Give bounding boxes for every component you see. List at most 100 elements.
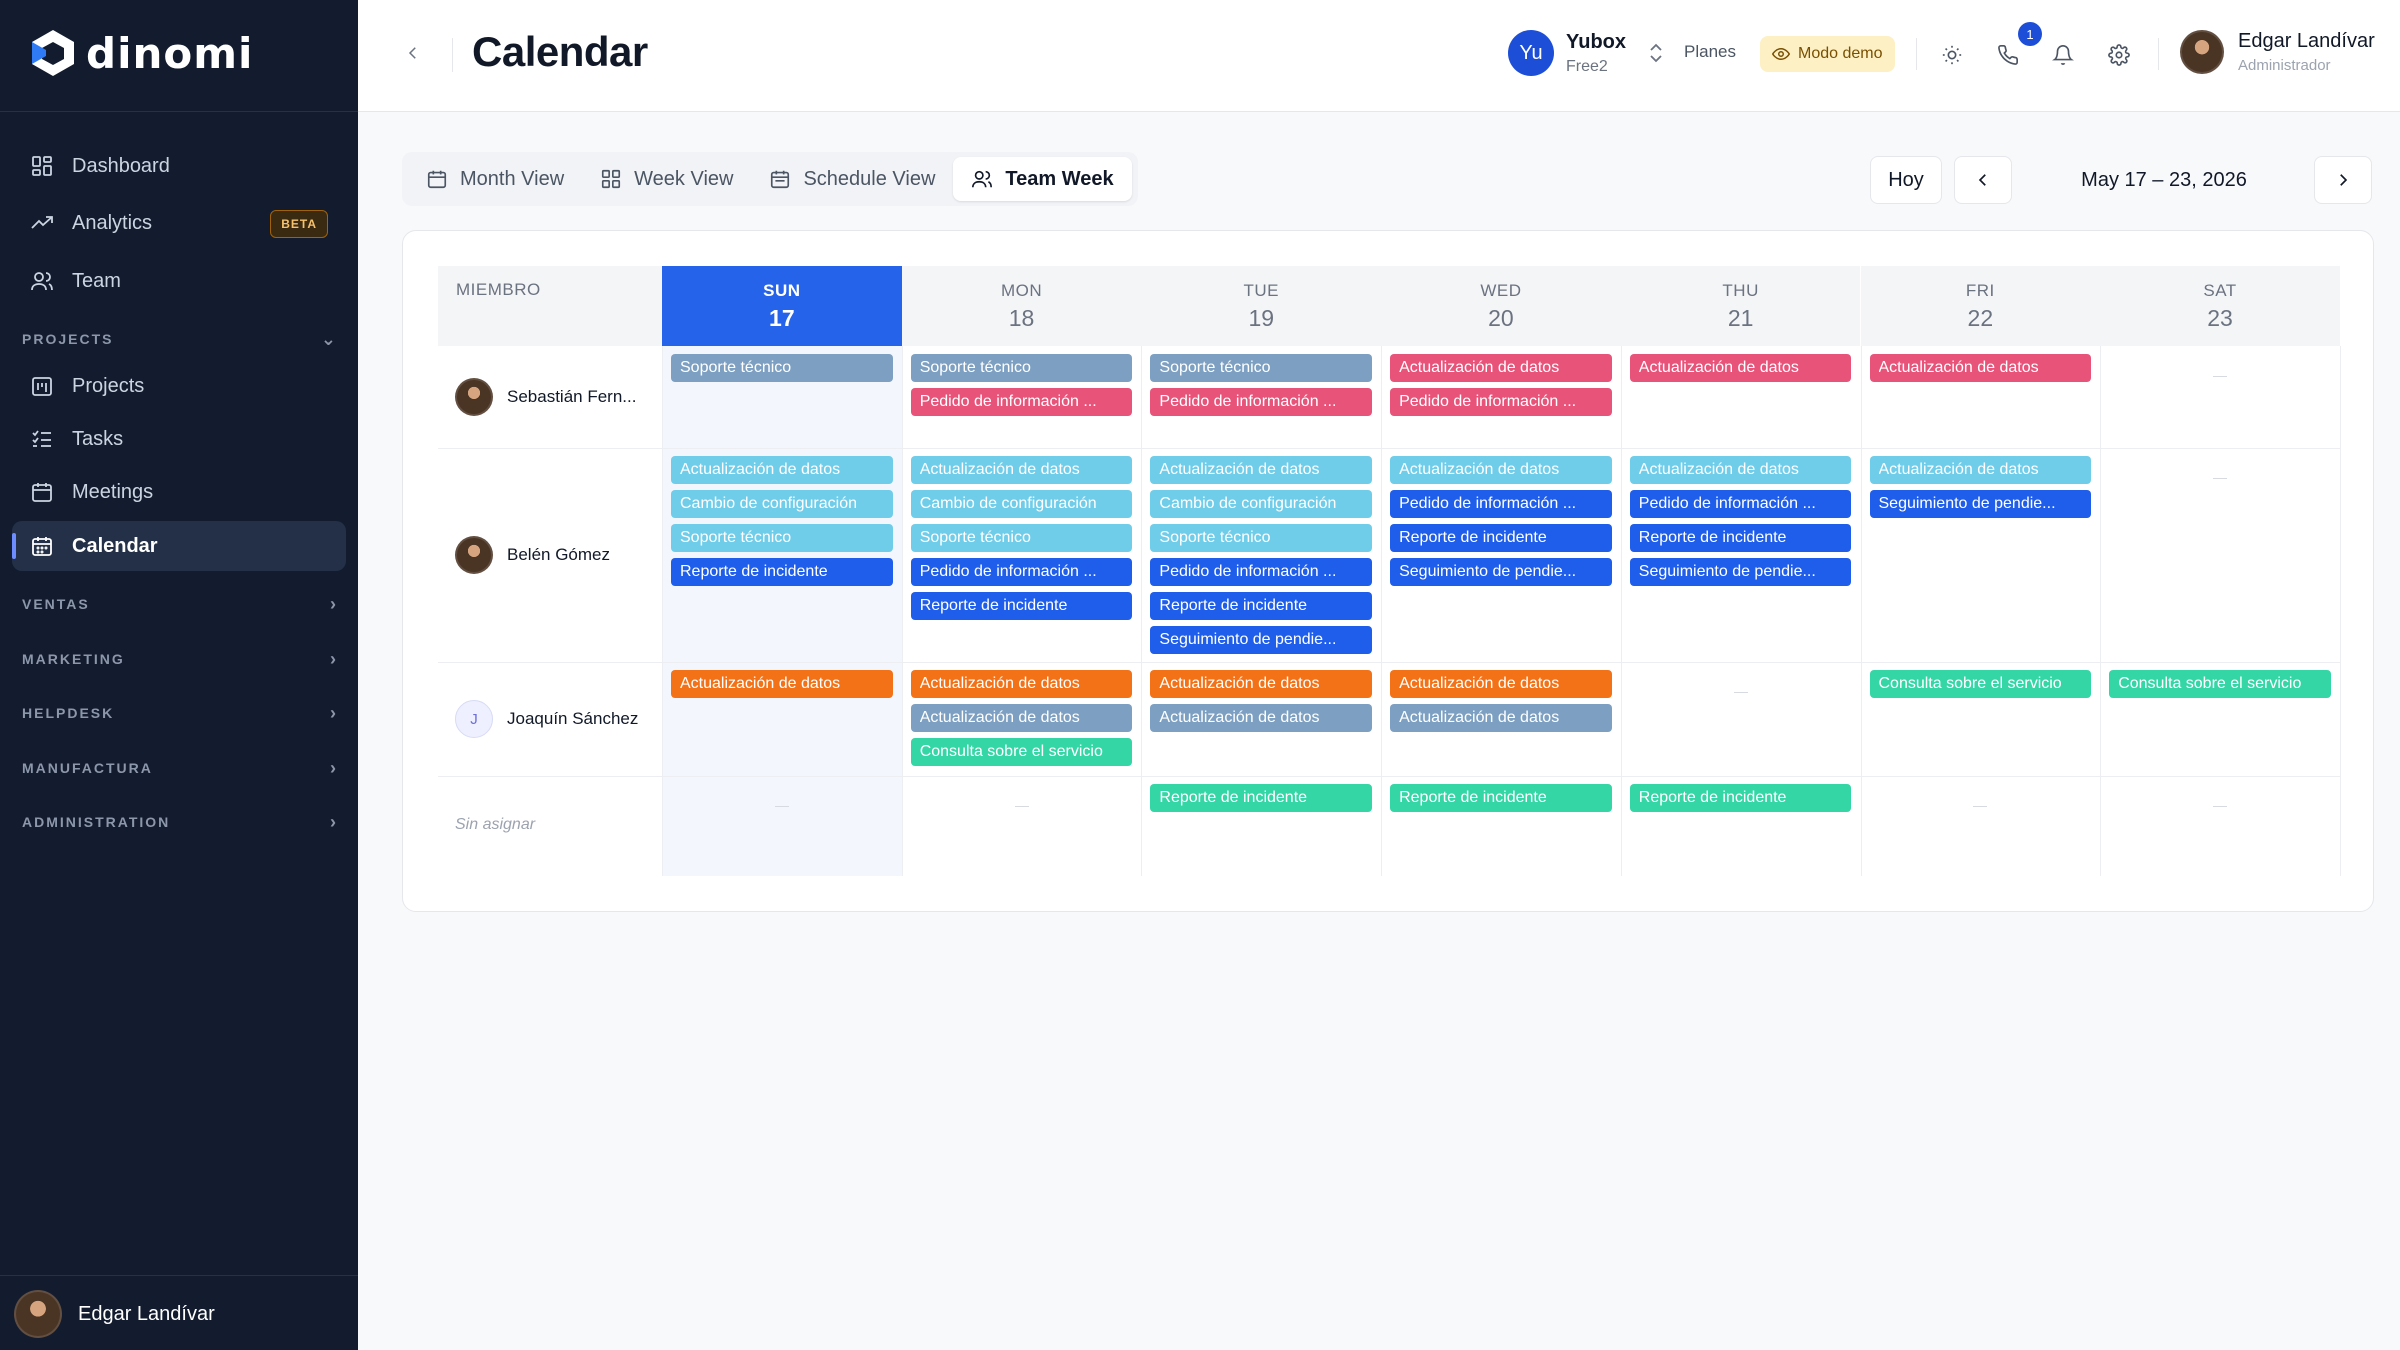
grid-column-line (901, 346, 903, 876)
event-chip[interactable]: Pedido de información ... (910, 558, 1133, 586)
event-chip[interactable]: Soporte técnico (910, 354, 1133, 382)
event-chip[interactable]: Actualización de datos (1390, 456, 1612, 484)
event-title: Seguimiento de pendie... (1878, 495, 2056, 512)
event-chip[interactable]: Soporte técnico (910, 524, 1133, 552)
event-chip[interactable]: Reporte de incidente (1150, 592, 1373, 620)
back-button[interactable] (398, 38, 428, 68)
event-chip[interactable]: Cambio de configuración (671, 490, 893, 518)
event-chip[interactable]: Cambio de configuración (910, 490, 1133, 518)
event-chip[interactable]: Actualización de datos (1150, 456, 1373, 484)
chevron-left-icon (408, 47, 416, 59)
sidebar-item-analytics[interactable]: Analytics BETA (12, 198, 346, 248)
day-header-fri[interactable]: FRI 22 (1860, 266, 2101, 346)
event-chip[interactable]: Actualización de datos (1869, 354, 2092, 382)
event-chip[interactable]: Actualización de datos (671, 456, 893, 484)
event-chip[interactable]: Pedido de información ... (1390, 388, 1612, 416)
event-chip[interactable]: Actualización de datos (910, 456, 1133, 484)
sidebar-item-projects[interactable]: Projects (12, 361, 346, 411)
sidebar-item-meetings[interactable]: Meetings (12, 467, 346, 517)
sidebar-user[interactable]: Edgar Landívar (14, 1290, 215, 1338)
sidebar-divider (0, 111, 358, 112)
event-chip[interactable]: Reporte de incidente (1629, 524, 1852, 552)
event-chip[interactable]: Actualización de datos (1869, 456, 2092, 484)
demo-mode-badge[interactable]: Modo demo (1760, 36, 1895, 72)
event-chip[interactable]: Seguimiento de pendie... (1869, 490, 2092, 518)
event-chip[interactable]: Pedido de información ... (1390, 490, 1612, 518)
section-helpdesk[interactable]: HELPDESK › (22, 698, 336, 728)
event-chip[interactable]: Pedido de información ... (910, 388, 1133, 416)
member-name: Sin asignar (455, 816, 536, 833)
day-header-mon[interactable]: MON 18 (901, 266, 1142, 346)
prev-week-button[interactable] (1954, 156, 2012, 204)
day-header-sun[interactable]: SUN 17 (662, 266, 902, 346)
notification-count-badge: 1 (2018, 22, 2042, 46)
event-chip[interactable]: Seguimiento de pendie... (1390, 558, 1612, 586)
event-chip[interactable]: Reporte de incidente (1150, 784, 1373, 812)
event-chip[interactable]: Actualización de datos (1629, 456, 1852, 484)
day-header-tue[interactable]: TUE 19 (1141, 266, 1382, 346)
event-chip[interactable]: Soporte técnico (671, 354, 893, 382)
tab-month-view[interactable]: Month View (408, 157, 582, 201)
section-administration[interactable]: ADMINISTRATION › (22, 807, 336, 837)
event-chip[interactable]: Actualización de datos (1390, 704, 1612, 732)
section-ventas[interactable]: VENTAS › (22, 589, 336, 619)
event-chip[interactable]: Actualización de datos (1390, 354, 1612, 382)
sidebar-item-team[interactable]: Team (12, 256, 346, 306)
tab-schedule-view[interactable]: Schedule View (751, 157, 953, 201)
event-chip[interactable]: Pedido de información ... (1150, 558, 1373, 586)
event-chip[interactable]: Reporte de incidente (1629, 784, 1852, 812)
event-chip[interactable]: Consulta sobre el servicio (2109, 670, 2331, 698)
day-number: 19 (1248, 304, 1275, 331)
sidebar-item-dashboard[interactable]: Dashboard (12, 141, 346, 191)
header-user-menu[interactable]: Edgar Landívar Administrador (2180, 30, 2375, 74)
sidebar-item-tasks[interactable]: Tasks (12, 414, 346, 464)
next-week-button[interactable] (2314, 156, 2372, 204)
planes-link[interactable]: Planes (1684, 42, 1736, 62)
event-chip[interactable]: Pedido de información ... (1150, 388, 1373, 416)
sidebar-item-calendar[interactable]: Calendar (12, 521, 346, 571)
theme-toggle-button[interactable] (1935, 38, 1969, 72)
event-chip[interactable]: Cambio de configuración (1150, 490, 1373, 518)
section-label: PROJECTS (22, 331, 114, 347)
event-chip[interactable]: Actualización de datos (910, 704, 1133, 732)
event-chip[interactable]: Soporte técnico (1150, 354, 1373, 382)
tasks-icon (28, 425, 56, 453)
settings-button[interactable] (2102, 38, 2136, 72)
event-chip[interactable]: Reporte de incidente (910, 592, 1133, 620)
org-switcher[interactable]: Yu Yubox Free2 (1508, 30, 1664, 76)
calls-button[interactable] (1991, 38, 2025, 72)
notifications-button[interactable] (2046, 38, 2080, 72)
event-chip[interactable]: Soporte técnico (1150, 524, 1373, 552)
tab-team-week[interactable]: Team Week (953, 157, 1132, 201)
event-chip[interactable]: Seguimiento de pendie... (1150, 626, 1373, 654)
event-title: Actualización de datos (1878, 461, 2039, 478)
event-chip[interactable]: Actualización de datos (910, 670, 1133, 698)
event-chip[interactable]: Consulta sobre el servicio (1869, 670, 2092, 698)
empty-day-marker (1733, 692, 1748, 693)
day-number: 17 (769, 304, 795, 331)
event-chip[interactable]: Consulta sobre el servicio (910, 738, 1133, 766)
event-chip[interactable]: Reporte de incidente (1390, 524, 1612, 552)
event-chip[interactable]: Actualización de datos (671, 670, 893, 698)
sidebar-item-label: Projects (72, 374, 145, 397)
event-chip[interactable]: Seguimiento de pendie... (1629, 558, 1852, 586)
event-chip[interactable]: Actualización de datos (1150, 704, 1373, 732)
section-manufactura[interactable]: MANUFACTURA › (22, 753, 336, 783)
day-header-wed[interactable]: WED 20 (1381, 266, 1621, 346)
event-chip[interactable]: Actualización de datos (1629, 354, 1852, 382)
day-header-thu[interactable]: THU 21 (1620, 266, 1861, 346)
section-projects[interactable]: PROJECTS ⌄ (22, 324, 336, 354)
logo-mark-icon (32, 30, 74, 76)
day-number: 22 (1967, 304, 1994, 331)
today-button[interactable]: Hoy (1870, 156, 1942, 204)
event-chip[interactable]: Reporte de incidente (1390, 784, 1612, 812)
event-chip[interactable]: Soporte técnico (671, 524, 893, 552)
event-chip[interactable]: Actualización de datos (1390, 670, 1612, 698)
tab-week-view[interactable]: Week View (582, 157, 751, 201)
section-marketing[interactable]: MARKETING › (22, 644, 336, 674)
day-header-sat[interactable]: SAT 23 (2100, 266, 2340, 346)
brand-logo[interactable]: dinomi (28, 26, 253, 80)
event-chip[interactable]: Actualización de datos (1150, 670, 1373, 698)
event-chip[interactable]: Pedido de información ... (1629, 490, 1852, 518)
event-chip[interactable]: Reporte de incidente (671, 558, 893, 586)
